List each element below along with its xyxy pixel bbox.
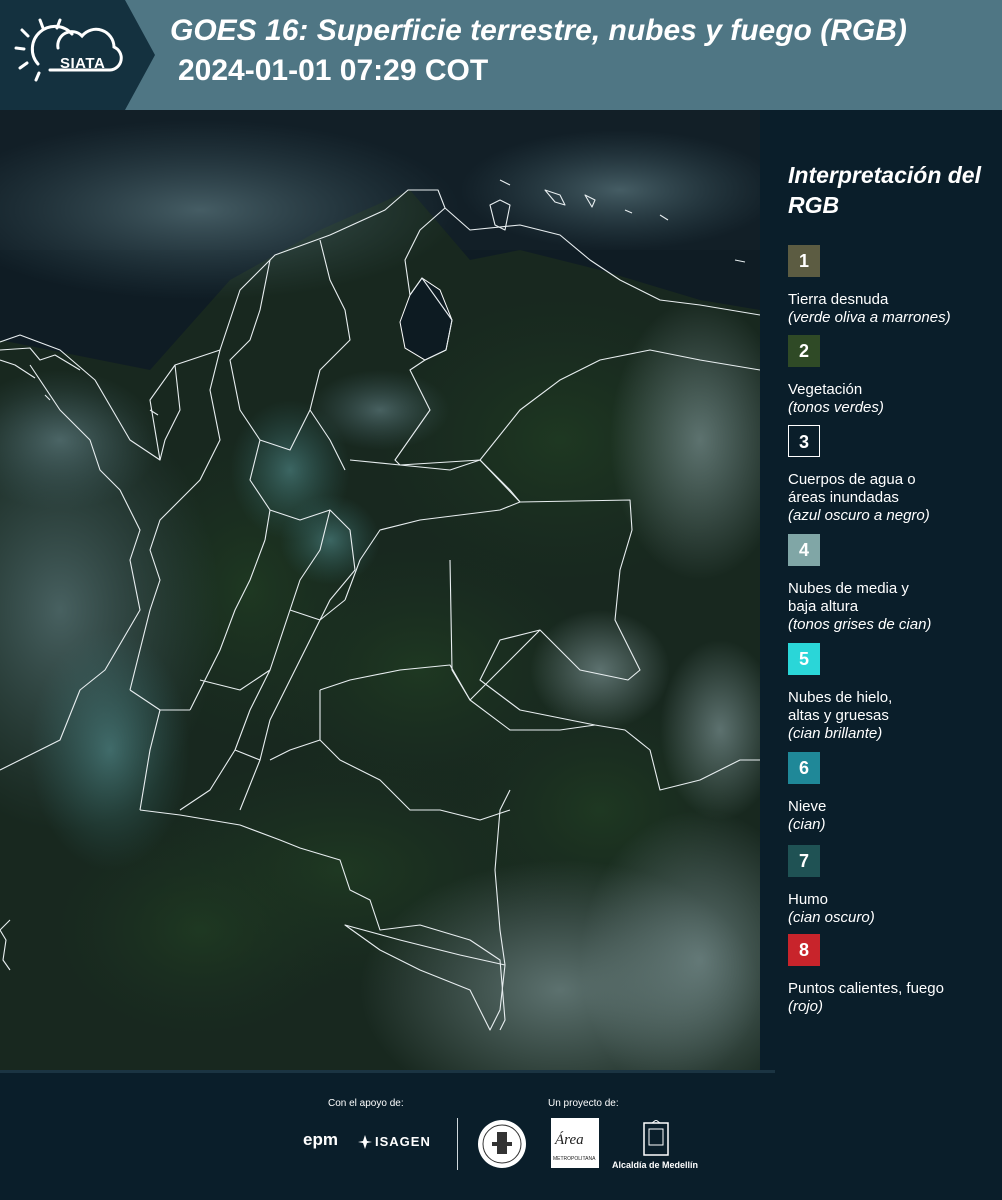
support-label: Con el apoyo de:: [328, 1098, 404, 1109]
legend-item: 3 Cuerpos de agua o áreas inundadas (azu…: [788, 425, 998, 525]
legend-label: Vegetación: [788, 381, 863, 398]
page-timestamp: 2024-01-01 07:29 COT: [178, 54, 489, 87]
epm-logo: epm: [303, 1130, 338, 1149]
legend-swatch: 2: [788, 335, 820, 367]
footer-divider-strip: [0, 1070, 775, 1073]
legend-swatch: 3: [788, 425, 820, 457]
header: SIATA GOES 16: Superficie terrestre, nub…: [0, 0, 1002, 110]
legend-label: Tierra desnuda: [788, 291, 889, 308]
legend-item: 4 Nubes de media y baja altura (tonos gr…: [788, 534, 998, 634]
legend-swatch: 8: [788, 934, 820, 966]
legend-label: Nubes de hielo, altas y gruesas: [788, 689, 893, 724]
area-logo-text: Área: [555, 1132, 584, 1148]
legend-note: (cian): [788, 816, 826, 833]
legend-note: (cian brillante): [788, 725, 883, 742]
legend-label: Humo: [788, 891, 829, 908]
legend-note: (tonos verdes): [788, 399, 884, 416]
satellite-image: [0, 110, 760, 1070]
legend-note: (rojo): [788, 998, 824, 1015]
alcaldia-label: Alcaldía de Medellín: [612, 1160, 699, 1170]
legend-label: Cuerpos de agua o áreas inundadas: [788, 471, 916, 506]
siata-logo: SIATA: [10, 12, 140, 98]
legend-swatch: 5: [788, 643, 820, 675]
legend-item: 1 Tierra desnuda (verde oliva a marrones…: [788, 245, 998, 327]
legend-note: (tonos grises de cian): [788, 616, 932, 633]
legend-note: (cian oscuro): [788, 909, 875, 926]
legend-note: (verde oliva a marrones): [788, 309, 951, 326]
footer: Con el apoyo de: Un proyecto de: epm ISA…: [0, 1070, 1002, 1200]
legend-item: 8 Puntos calientes, fuego (rojo): [788, 934, 998, 1016]
legend-swatch: 4: [788, 534, 820, 566]
legend-item: 6 Nieve (cian): [788, 752, 998, 834]
legend-title: Interpretación del RGB: [788, 162, 981, 218]
legend-panel: Interpretación del RGB 1 Tierra desnuda …: [760, 110, 1002, 1070]
legend-label: Nubes de media y baja altura: [788, 580, 909, 615]
logo-text: SIATA: [60, 55, 106, 72]
isagen-mark-icon: [358, 1135, 372, 1149]
isagen-logo: ISAGEN: [375, 1134, 431, 1149]
legend-item: 5 Nubes de hielo, altas y gruesas (cian …: [788, 643, 998, 743]
legend-swatch: 1: [788, 245, 820, 277]
legend-note: (azul oscuro a negro): [788, 507, 930, 524]
satellite-map[interactable]: [0, 110, 760, 1070]
legend-swatch: 7: [788, 845, 820, 877]
area-metropolitana-logo: Área METROPOLITANA: [551, 1118, 599, 1168]
legend-label: Nieve: [788, 798, 827, 815]
alcaldia-emblem-icon: [643, 1120, 669, 1156]
seal-icon: [478, 1120, 526, 1168]
page-title: GOES 16: Superficie terrestre, nubes y f…: [170, 14, 907, 47]
area-logo-sub: METROPOLITANA: [553, 1156, 596, 1162]
legend-swatch: 6: [788, 752, 820, 784]
footer-divider: [457, 1118, 458, 1170]
legend-label: Puntos calientes, fuego: [788, 980, 944, 997]
project-label: Un proyecto de:: [548, 1098, 619, 1109]
legend-item: 7 Humo (cian oscuro): [788, 845, 998, 927]
legend-item: 2 Vegetación (tonos verdes): [788, 335, 998, 417]
